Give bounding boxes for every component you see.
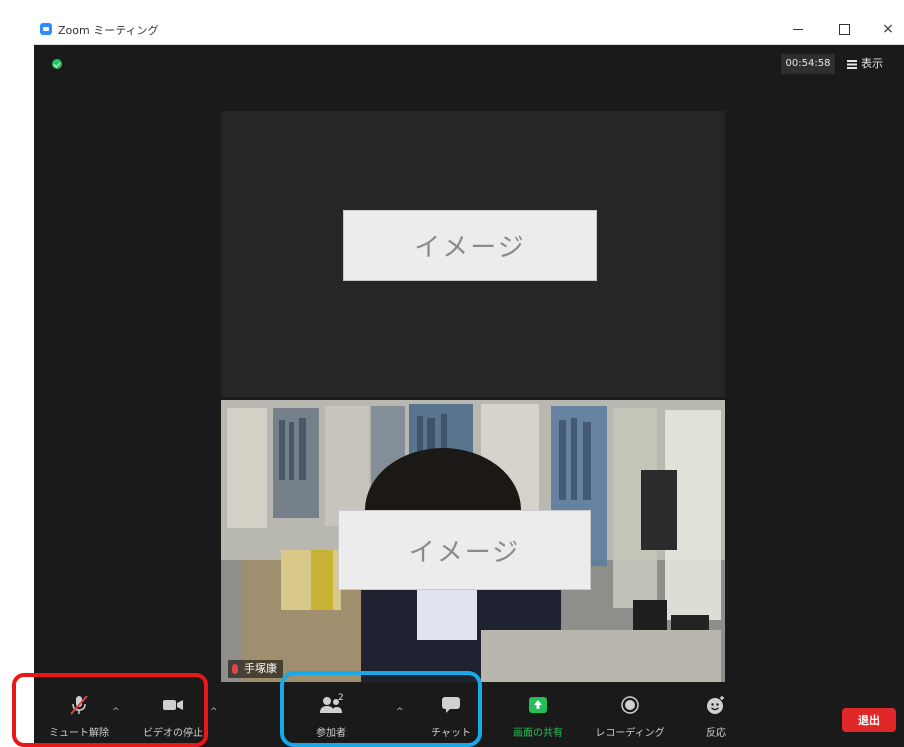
view-button[interactable]: 表示: [847, 54, 883, 74]
microphone-muted-icon: [66, 693, 92, 717]
leave-button[interactable]: 退出: [842, 708, 896, 732]
meeting-toolbar: ミュート解除 ^ ビデオの停止 ^ 2 参加者 ^ チャット 画面の共有 レコー…: [34, 685, 904, 747]
chat-bubble-icon: [438, 693, 464, 717]
stop-video-button[interactable]: ビデオの停止: [138, 693, 208, 743]
unmute-button[interactable]: ミュート解除: [44, 693, 114, 743]
audio-options-caret[interactable]: ^: [112, 707, 120, 717]
participants-button[interactable]: 2 参加者: [296, 693, 366, 743]
grid-icon: [847, 59, 857, 69]
unmute-label: ミュート解除: [49, 728, 109, 739]
view-label: 表示: [861, 57, 883, 70]
window-title: Zoom ミーティング: [58, 24, 159, 37]
zoom-logo-icon: [40, 23, 52, 35]
share-screen-icon: [525, 693, 551, 717]
stop-video-label: ビデオの停止: [143, 728, 203, 739]
zoom-window: Zoom ミーティング × 00:54:58 表示 イメージ イメージ 手塚康 …: [34, 14, 904, 747]
meeting-timer: 00:54:58: [781, 54, 835, 74]
smiley-icon: [703, 693, 729, 717]
video-tile-2[interactable]: イメージ 手塚康: [221, 400, 725, 682]
shield-check-icon[interactable]: [52, 59, 62, 69]
share-screen-button[interactable]: 画面の共有: [503, 693, 573, 743]
video-options-caret[interactable]: ^: [210, 707, 218, 717]
close-button[interactable]: ×: [868, 14, 904, 44]
participants-count: 2: [338, 693, 344, 703]
record-label: レコーディング: [595, 728, 665, 739]
reactions-label: 反応: [706, 728, 726, 739]
video-camera-icon: [160, 693, 186, 717]
chat-button[interactable]: チャット: [416, 693, 486, 743]
image-placeholder: イメージ: [343, 210, 597, 281]
participants-options-caret[interactable]: ^: [396, 707, 404, 717]
image-placeholder: イメージ: [338, 510, 591, 590]
minimize-button[interactable]: [778, 14, 818, 44]
chat-label: チャット: [431, 728, 471, 739]
record-icon: [617, 693, 643, 717]
share-screen-label: 画面の共有: [513, 728, 563, 739]
participants-label: 参加者: [316, 728, 346, 739]
video-tile-1[interactable]: イメージ: [221, 111, 725, 397]
reactions-button[interactable]: 反応: [681, 693, 751, 743]
record-button[interactable]: レコーディング: [595, 693, 665, 743]
maximize-button[interactable]: [824, 14, 864, 44]
participant-name-tag: 手塚康: [228, 660, 283, 678]
title-bar: Zoom ミーティング ×: [34, 14, 904, 45]
